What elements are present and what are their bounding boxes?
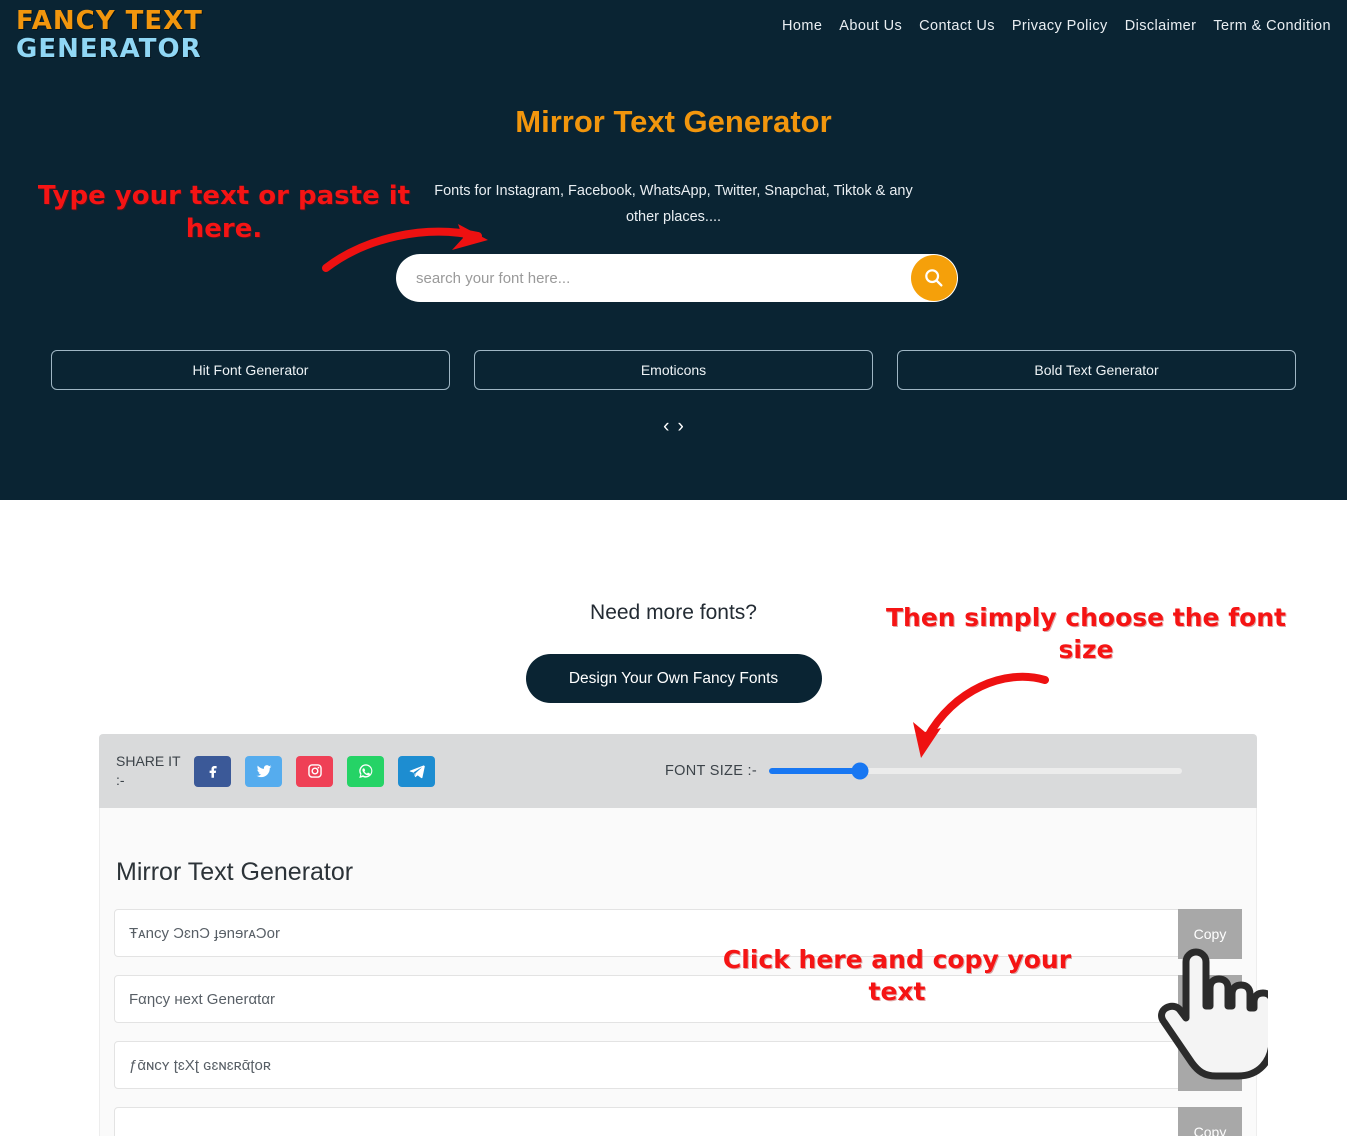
share-it-label: SHARE IT :- xyxy=(116,753,181,788)
logo-line-1: FANCY TEXT xyxy=(16,6,203,36)
share-instagram-button[interactable] xyxy=(296,755,333,787)
quick-links-row: Hit Font Generator Emoticons Bold Text G… xyxy=(0,350,1347,390)
font-size-slider-fill xyxy=(768,768,860,774)
nav-item-home[interactable]: Home xyxy=(782,18,822,34)
top-navigation-bar: FANCY TEXT GENERATOR Home About Us Conta… xyxy=(0,0,1347,68)
telegram-icon xyxy=(409,765,425,779)
font-size-label: FONT SIZE :- xyxy=(665,763,757,779)
result-text[interactable]: Ŧᴀncy ƆɛnƆ ɟɘnɘrᴀƆor xyxy=(115,925,280,942)
facebook-icon xyxy=(209,766,217,778)
page-root: FANCY TEXT GENERATOR Home About Us Conta… xyxy=(0,0,1347,1136)
results-list: Ŧᴀncy ƆɛnƆ ɟɘnɘrᴀƆor Copy Fαηcy ʜext Gen… xyxy=(100,909,1256,1136)
font-size-slider[interactable] xyxy=(768,762,1182,780)
design-your-own-fonts-button[interactable]: Design Your Own Fancy Fonts xyxy=(525,654,822,703)
chip-hit-font-generator[interactable]: Hit Font Generator xyxy=(51,350,450,390)
copy-button[interactable]: Copy xyxy=(1178,1107,1242,1136)
copy-button[interactable]: Copy xyxy=(1178,909,1242,959)
page-title: Mirror Text Generator xyxy=(515,104,832,139)
share-twitter-button[interactable] xyxy=(245,755,282,787)
search-bar xyxy=(396,254,958,302)
chip-emoticons[interactable]: Emoticons xyxy=(474,350,873,390)
main-nav: Home About Us Contact Us Privacy Policy … xyxy=(782,18,1331,34)
result-row: Ŧᴀncy ƆɛnƆ ɟɘnɘrᴀƆor Copy xyxy=(114,909,1242,959)
result-text[interactable]: Fαηcy ʜext Generαtαr xyxy=(115,991,275,1008)
copy-button[interactable]: Copy xyxy=(1178,1041,1242,1091)
social-share-buttons xyxy=(194,755,435,787)
carousel-controls: ‹ › xyxy=(0,416,1347,438)
logo-line-2: GENERATOR xyxy=(16,34,202,64)
share-and-fontsize-toolbar: SHARE IT :- FONT SIZE :- xyxy=(99,734,1257,808)
result-row: ƒᾱɴcʏ ʈɛXʈ ɢɛɴɛʀᾱʈoʀ Copy xyxy=(114,1041,1242,1091)
need-more-fonts-heading: Need more fonts? xyxy=(590,601,757,624)
hero-subtitle: Fonts for Instagram, Facebook, WhatsApp,… xyxy=(434,183,913,225)
results-title: Mirror Text Generator xyxy=(116,858,354,886)
twitter-icon xyxy=(256,765,271,778)
nav-item-about-us[interactable]: About Us xyxy=(839,18,902,34)
site-logo[interactable]: FANCY TEXT GENERATOR xyxy=(16,8,203,62)
font-size-slider-thumb[interactable] xyxy=(851,762,869,780)
nav-item-privacy-policy[interactable]: Privacy Policy xyxy=(1012,18,1108,34)
search-input[interactable] xyxy=(396,254,911,302)
copy-button[interactable]: Copy xyxy=(1178,975,1242,1025)
carousel-prev-icon[interactable]: ‹ xyxy=(663,416,669,438)
result-text[interactable]: ƒᾱɴcʏ ʈɛXʈ ɢɛɴɛʀᾱʈoʀ xyxy=(115,1057,271,1074)
result-row: Copy xyxy=(114,1107,1242,1136)
share-whatsapp-button[interactable] xyxy=(347,755,384,787)
chip-bold-text-generator[interactable]: Bold Text Generator xyxy=(897,350,1296,390)
nav-item-term-condition[interactable]: Term & Condition xyxy=(1213,18,1331,34)
share-facebook-button[interactable] xyxy=(194,755,231,787)
result-row: Fαηcy ʜext Generαtαr Copy xyxy=(114,975,1242,1025)
nav-item-contact-us[interactable]: Contact Us xyxy=(919,18,995,34)
nav-item-disclaimer[interactable]: Disclaimer xyxy=(1125,18,1197,34)
share-telegram-button[interactable] xyxy=(398,755,435,787)
font-size-control: FONT SIZE :- xyxy=(665,762,1182,780)
instagram-icon xyxy=(307,764,322,778)
whatsapp-icon xyxy=(358,764,372,778)
carousel-next-icon[interactable]: › xyxy=(678,416,684,438)
search-icon xyxy=(925,269,943,287)
hero-section: FANCY TEXT GENERATOR Home About Us Conta… xyxy=(0,0,1347,500)
results-panel: Mirror Text Generator Ŧᴀncy ƆɛnƆ ɟɘnɘrᴀƆ… xyxy=(99,808,1257,1136)
search-button[interactable] xyxy=(911,255,957,301)
